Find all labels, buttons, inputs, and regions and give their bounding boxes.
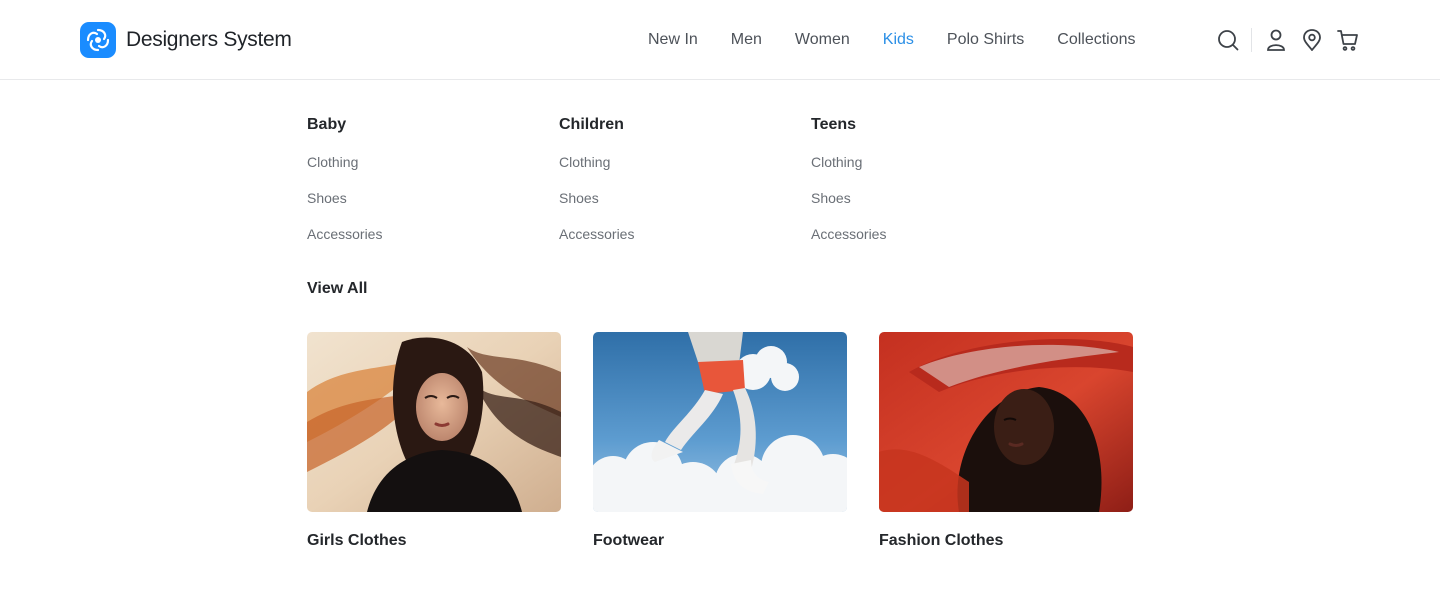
location-pin-icon[interactable] bbox=[1300, 28, 1324, 52]
menu-link-children-clothing[interactable]: Clothing bbox=[559, 154, 610, 170]
card-label: Girls Clothes bbox=[307, 532, 407, 549]
menu-link-baby-accessories[interactable]: Accessories bbox=[307, 226, 382, 242]
main-nav: New In Men Women Kids Polo Shirts Collec… bbox=[648, 30, 1141, 50]
swirl-logo-icon bbox=[80, 22, 116, 58]
card-label: Footwear bbox=[593, 532, 665, 549]
promo-card-footwear[interactable]: Footwear bbox=[593, 332, 847, 549]
menu-column-teens: Teens Clothing Shoes Accessories bbox=[811, 116, 886, 242]
promo-card-fashion-clothes[interactable]: Fashion Clothes bbox=[879, 332, 1133, 549]
nav-item-collections[interactable]: Collections bbox=[1057, 30, 1141, 50]
nav-item-women[interactable]: Women bbox=[795, 30, 850, 50]
nav-item-kids[interactable]: Kids bbox=[883, 30, 914, 50]
menu-link-baby-clothing[interactable]: Clothing bbox=[307, 154, 358, 170]
menu-link-children-shoes[interactable]: Shoes bbox=[559, 190, 599, 206]
search-icon[interactable] bbox=[1216, 28, 1240, 52]
nav-item-polo-shirts[interactable]: Polo Shirts bbox=[947, 30, 1024, 50]
column-title: Children bbox=[559, 116, 624, 133]
promo-card-girls-clothes[interactable]: Girls Clothes bbox=[307, 332, 561, 549]
menu-link-teens-clothing[interactable]: Clothing bbox=[811, 154, 862, 170]
menu-column-baby: Baby Clothing Shoes Accessories bbox=[307, 116, 382, 242]
column-title: Baby bbox=[307, 116, 347, 133]
brand-logo[interactable]: Designers System bbox=[80, 22, 292, 58]
nav-item-new-in[interactable]: New In bbox=[648, 30, 698, 50]
menu-column-children: Children Clothing Shoes Accessories bbox=[559, 116, 634, 242]
brand-name: Designers System bbox=[126, 28, 292, 51]
girls-clothes-image bbox=[307, 332, 561, 512]
header-divider bbox=[1251, 28, 1252, 52]
menu-link-teens-shoes[interactable]: Shoes bbox=[811, 190, 851, 206]
user-icon[interactable] bbox=[1264, 28, 1288, 52]
menu-link-baby-shoes[interactable]: Shoes bbox=[307, 190, 347, 206]
site-header: Designers System New In Men Women Kids P… bbox=[0, 0, 1440, 80]
view-all-link[interactable]: View All bbox=[307, 280, 367, 298]
fashion-clothes-image bbox=[879, 332, 1133, 512]
footwear-image bbox=[593, 332, 847, 512]
column-title: Teens bbox=[811, 116, 857, 133]
menu-link-teens-accessories[interactable]: Accessories bbox=[811, 226, 886, 242]
card-label: Fashion Clothes bbox=[879, 532, 1004, 549]
cart-icon[interactable] bbox=[1336, 28, 1360, 52]
menu-link-children-accessories[interactable]: Accessories bbox=[559, 226, 634, 242]
nav-item-men[interactable]: Men bbox=[731, 30, 762, 50]
